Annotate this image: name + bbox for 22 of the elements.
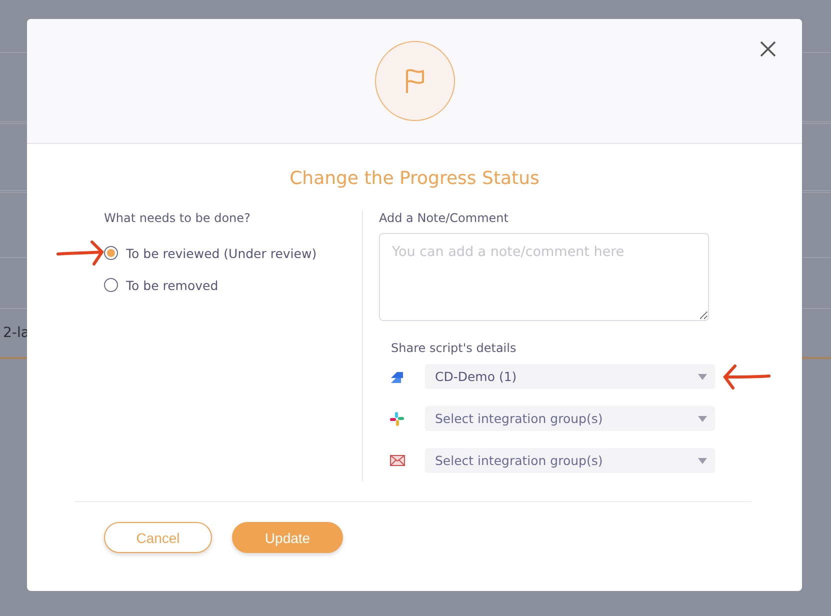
- integration-select[interactable]: Select integration group(s): [425, 406, 715, 431]
- caret-icon: [698, 458, 707, 464]
- annotation-arrow-icon: [721, 364, 771, 390]
- hash-grid-icon: [390, 412, 404, 426]
- integration-select[interactable]: CD-Demo (1): [425, 364, 715, 389]
- integration-select[interactable]: Select integration group(s): [425, 448, 715, 473]
- close-icon: [760, 41, 776, 57]
- option-label: To be removed: [126, 278, 218, 292]
- envelope-icon: [390, 455, 405, 466]
- note-label: Add a Note/Comment: [379, 211, 510, 225]
- caret-icon: [698, 374, 707, 380]
- dialog-title: Change the Progress Status: [288, 168, 540, 189]
- option-label: To be reviewed (Under review): [126, 246, 317, 260]
- share-label: Share script's details: [391, 341, 518, 355]
- double-chevron-icon: [390, 370, 404, 384]
- flag-icon: [404, 68, 424, 94]
- caret-icon: [698, 416, 707, 422]
- radio-button[interactable]: [104, 278, 118, 292]
- question-label: What needs to be done?: [104, 211, 252, 225]
- radio-button[interactable]: [104, 246, 118, 260]
- note-field[interactable]: You can add a note/comment here: [379, 233, 709, 321]
- annotation-arrow-icon: [56, 240, 106, 266]
